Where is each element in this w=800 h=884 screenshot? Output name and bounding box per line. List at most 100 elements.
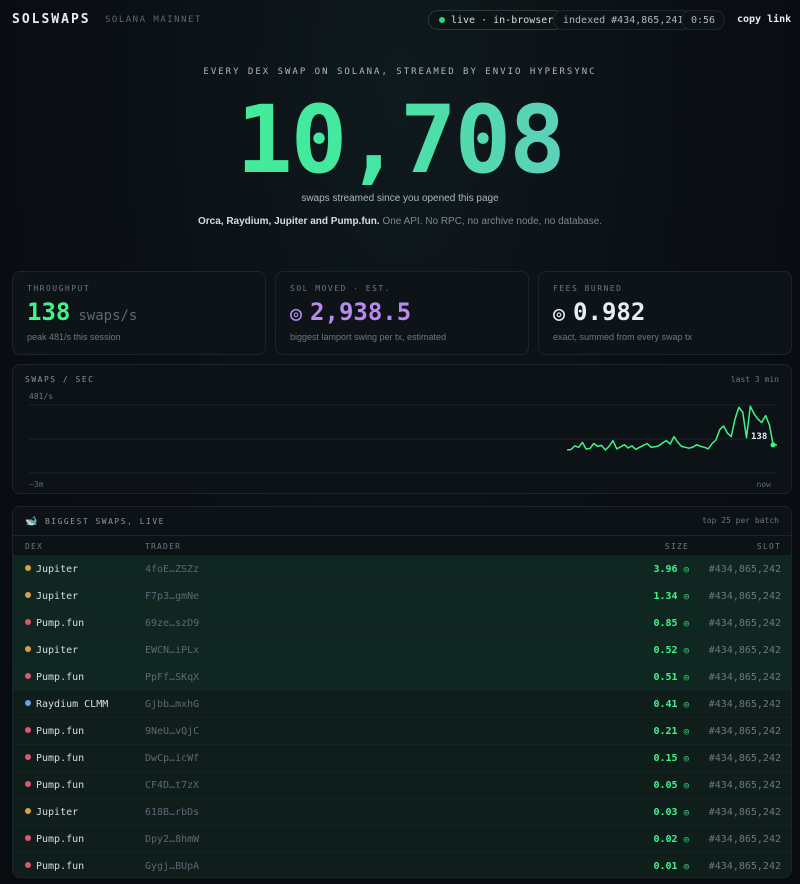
dex-cell: Jupiter — [25, 645, 78, 656]
sol-moved-value: 2,938.5 — [310, 298, 412, 326]
sol-icon: ◎ — [290, 301, 303, 325]
sol-icon: ◎ — [683, 781, 689, 791]
table-row[interactable]: Pump.fun 69ze…szD9 0.85 ◎ #434,865,242 — [13, 609, 791, 636]
sol-moved-note: biggest lamport swing per tx, estimated — [290, 332, 447, 342]
size-value: 0.51 — [653, 672, 678, 683]
table-row[interactable]: Pump.fun CF4D…t7zX 0.05 ◎ #434,865,242 — [13, 771, 791, 798]
throughput-card: THROUGHPUT 138 swaps/s peak 481/s this s… — [12, 271, 266, 355]
trader-address[interactable]: 618B…rbDs — [145, 807, 199, 818]
slot-link[interactable]: #434,865,242 — [709, 699, 781, 710]
throughput-note: peak 481/s this session — [27, 332, 121, 342]
chart-series-line — [567, 405, 777, 451]
sol-moved-value-group: ◎ 2,938.5 — [290, 298, 411, 326]
sol-icon: ◎ — [683, 619, 689, 629]
hero-description: Orca, Raydium, Jupiter and Pump.fun. One… — [0, 216, 800, 227]
copy-link-button[interactable]: copy link — [737, 14, 791, 25]
live-dot-icon — [439, 17, 445, 23]
slot-link[interactable]: #434,865,242 — [709, 672, 781, 683]
hero-desc-bold: Orca, Raydium, Jupiter and Pump.fun. — [197, 216, 380, 227]
table-row[interactable]: Pump.fun Gygj…BUpA 0.01 ◎ #434,865,242 — [13, 852, 791, 877]
sol-icon: ◎ — [683, 862, 689, 872]
network-label: SOLANA MAINNET — [105, 15, 202, 25]
table-body: Jupiter 4foE…ZSZz 3.96 ◎ #434,865,242 Jupite… — [13, 555, 791, 877]
dex-dot-icon — [25, 592, 31, 598]
trader-address[interactable]: 4foE…ZSZz — [145, 564, 199, 575]
dex-dot-icon — [25, 700, 31, 706]
table-header: DEX TRADER SIZE SLOT — [13, 535, 791, 555]
sol-icon: ◎ — [683, 592, 689, 602]
dex-name: Pump.fun — [36, 834, 85, 845]
dex-cell: Pump.fun — [25, 672, 84, 683]
sol-icon: ◎ — [683, 808, 689, 818]
slot-link[interactable]: #434,865,242 — [709, 807, 781, 818]
whale-icon: 🐋 — [25, 516, 39, 527]
fees-card: FEES BURNED ◎ 0.982 exact, summed from e… — [538, 271, 792, 355]
trader-address[interactable]: EWCN…iPLx — [145, 645, 199, 656]
size-cell: 0.02 ◎ — [653, 834, 689, 845]
trader-address[interactable]: Gygj…BUpA — [145, 861, 199, 872]
sol-icon: ◎ — [683, 700, 689, 710]
sol-icon: ◎ — [683, 646, 689, 656]
hero-tagline: EVERY DEX SWAP ON SOLANA, STREAMED BY EN… — [203, 67, 597, 77]
trader-address[interactable]: DwCp…icWf — [145, 753, 199, 764]
dex-name: Pump.fun — [36, 861, 85, 872]
dex-name: Jupiter — [36, 645, 79, 656]
live-status-label: live · in-browser — [451, 14, 554, 26]
dex-cell: Jupiter — [25, 591, 78, 602]
dex-dot-icon — [25, 754, 31, 760]
col-dex[interactable]: DEX — [25, 542, 43, 551]
size-value: 0.85 — [653, 618, 678, 629]
slot-link[interactable]: #434,865,242 — [709, 645, 781, 656]
size-cell: 0.51 ◎ — [653, 672, 689, 683]
table-row[interactable]: Jupiter 618B…rbDs 0.03 ◎ #434,865,242 — [13, 798, 791, 825]
sol-moved-label: SOL MOVED · EST. — [290, 284, 392, 293]
col-size[interactable]: SIZE — [665, 542, 689, 551]
slot-link[interactable]: #434,865,242 — [709, 780, 781, 791]
sol-moved-card: SOL MOVED · EST. ◎ 2,938.5 biggest lampo… — [275, 271, 529, 355]
fees-note: exact, summed from every swap tx — [553, 332, 693, 342]
size-cell: 0.15 ◎ — [653, 753, 689, 764]
slot-link[interactable]: #434,865,242 — [709, 564, 781, 575]
swap-counter: 10,708 — [0, 86, 800, 196]
trader-address[interactable]: CF4D…t7zX — [145, 780, 199, 791]
col-slot[interactable]: SLOT — [757, 542, 781, 551]
slot-link[interactable]: #434,865,242 — [709, 726, 781, 737]
slot-link[interactable]: #434,865,242 — [709, 861, 781, 872]
trader-address[interactable]: F7p3…gmNe — [145, 591, 199, 602]
dex-cell: Jupiter — [25, 564, 78, 575]
table-row[interactable]: Pump.fun DwCp…icWf 0.15 ◎ #434,865,242 — [13, 744, 791, 771]
size-value: 0.21 — [653, 726, 678, 737]
dex-dot-icon — [25, 808, 31, 814]
dex-dot-icon — [25, 565, 31, 571]
table-row[interactable]: Jupiter 4foE…ZSZz 3.96 ◎ #434,865,242 — [13, 555, 791, 582]
slot-link[interactable]: #434,865,242 — [709, 753, 781, 764]
col-trader[interactable]: TRADER — [145, 542, 181, 551]
slot-link[interactable]: #434,865,242 — [709, 834, 781, 845]
dex-name: Jupiter — [36, 591, 79, 602]
slot-link[interactable]: #434,865,242 — [709, 618, 781, 629]
brand-logo[interactable]: SOLSWAPS — [12, 12, 91, 27]
table-row[interactable]: Raydium CLMM Gjbb…mxhG 0.41 ◎ #434,865,242 — [13, 690, 791, 717]
size-cell: 0.21 ◎ — [653, 726, 689, 737]
size-value: 0.05 — [653, 780, 678, 791]
table-row[interactable]: Jupiter EWCN…iPLx 0.52 ◎ #434,865,242 — [13, 636, 791, 663]
size-cell: 0.01 ◎ — [653, 861, 689, 872]
trader-address[interactable]: 69ze…szD9 — [145, 618, 199, 629]
dex-dot-icon — [25, 619, 31, 625]
trader-address[interactable]: 9NeU…vQjC — [145, 726, 199, 737]
table-row[interactable]: Pump.fun 9NeU…vQjC 0.21 ◎ #434,865,242 — [13, 717, 791, 744]
top-bar: SOLSWAPS SOLANA MAINNET live · in-browse… — [0, 0, 800, 40]
table-row[interactable]: Pump.fun Dpy2…8hmW 0.02 ◎ #434,865,242 — [13, 825, 791, 852]
dex-cell: Pump.fun — [25, 834, 84, 845]
dex-dot-icon — [25, 673, 31, 679]
dex-dot-icon — [25, 781, 31, 787]
table-row[interactable]: Jupiter F7p3…gmNe 1.34 ◎ #434,865,242 — [13, 582, 791, 609]
trader-address[interactable]: Gjbb…mxhG — [145, 699, 199, 710]
table-title-group: 🐋 BIGGEST SWAPS, LIVE — [25, 516, 165, 527]
table-row[interactable]: Pump.fun PpFf…SKqX 0.51 ◎ #434,865,242 — [13, 663, 791, 690]
fees-value-group: ◎ 0.982 — [553, 298, 645, 326]
size-cell: 0.52 ◎ — [653, 645, 689, 656]
slot-link[interactable]: #434,865,242 — [709, 591, 781, 602]
trader-address[interactable]: Dpy2…8hmW — [145, 834, 199, 845]
trader-address[interactable]: PpFf…SKqX — [145, 672, 199, 683]
